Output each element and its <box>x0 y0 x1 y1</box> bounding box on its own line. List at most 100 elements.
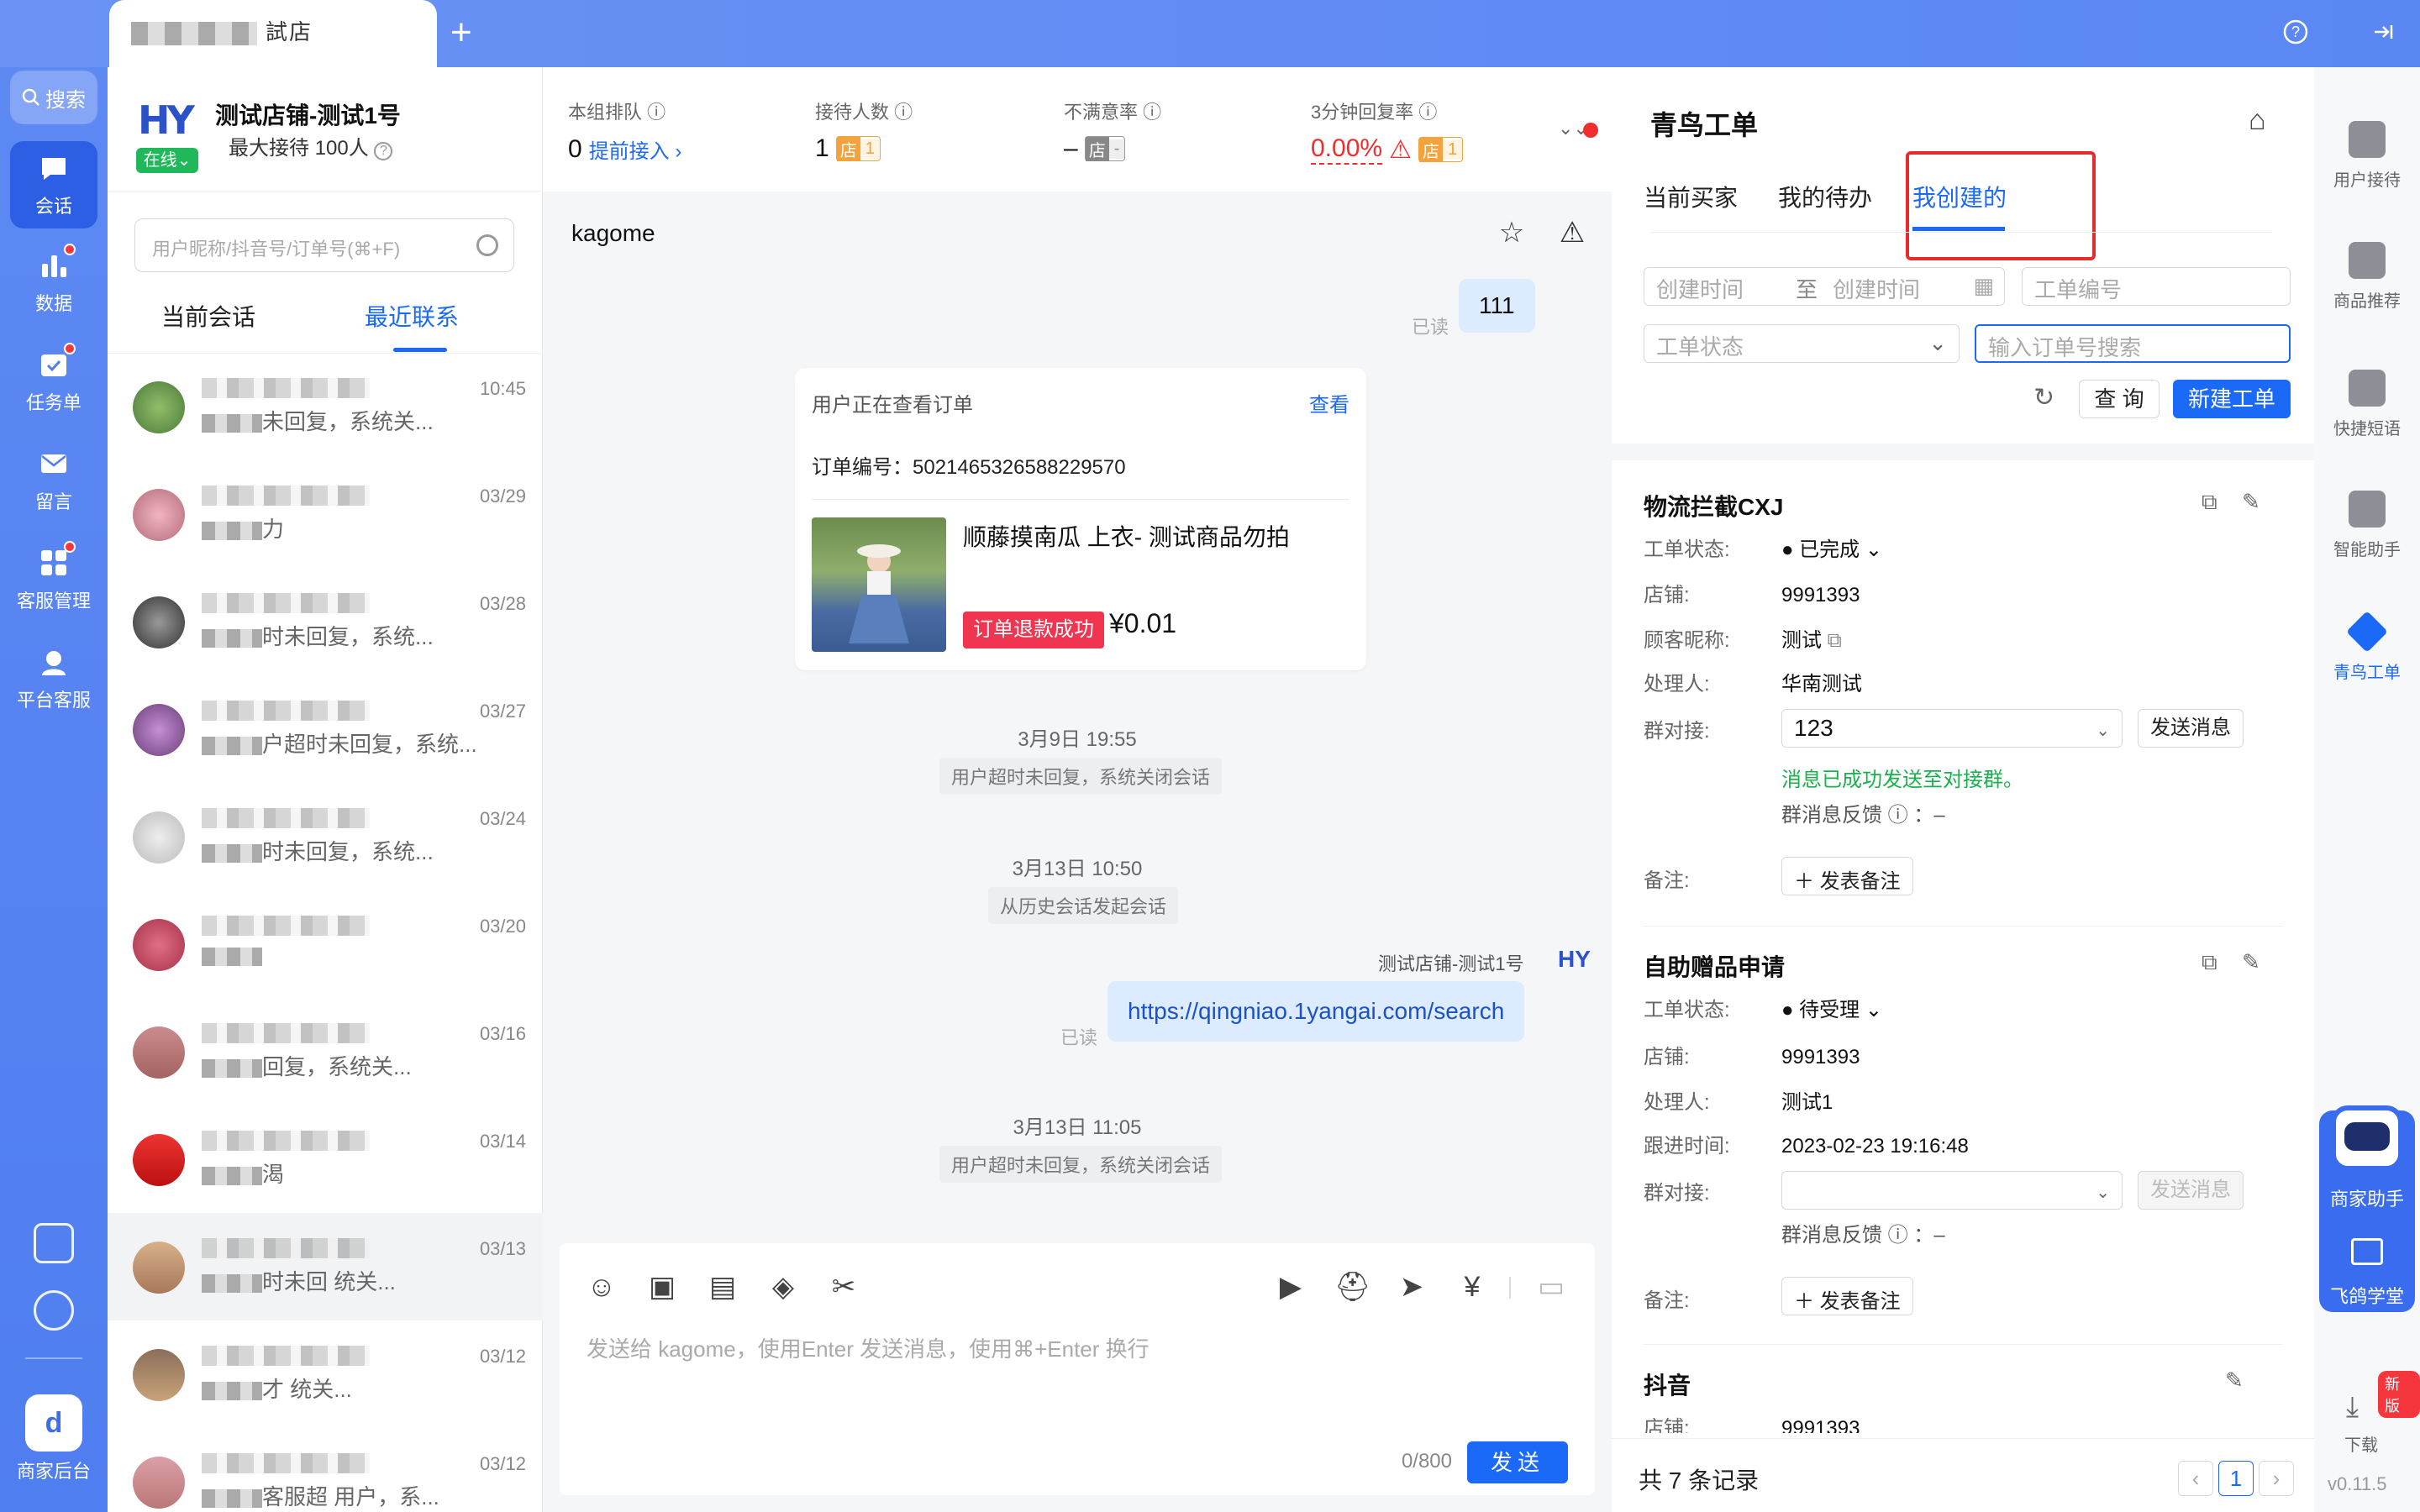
settings-icon[interactable] <box>34 1290 74 1331</box>
help-icon[interactable]: ? <box>374 142 393 160</box>
stat-served: 接待人数 ⓘ 1店1 <box>815 102 913 162</box>
avatar <box>133 811 185 864</box>
nav-item-cs-manage[interactable]: 客服管理 <box>10 536 97 623</box>
contacts-panel: HY 在线⌄ 测试店铺-测试1号 最大接待 100人 ? 用户昵称/抖音号/订单… <box>108 67 543 1512</box>
contact-item[interactable]: 渴 03/14 <box>108 1105 543 1213</box>
copy-icon[interactable]: ⧉ <box>1828 629 1842 652</box>
collapse-icon[interactable] <box>2370 18 2396 45</box>
nav-item-platform-cs[interactable]: 平台客服 <box>10 635 97 722</box>
system-time: 3月9日 19:55 <box>1018 728 1137 751</box>
tool-quick-phrases[interactable]: 快捷短语 <box>2314 370 2420 439</box>
nav-item-data[interactable]: 数据 <box>10 239 97 326</box>
group-select[interactable]: ⌄ <box>1781 1171 2123 1210</box>
send-message-button-disabled[interactable]: 发送消息 <box>2138 1171 2244 1210</box>
download-label[interactable]: 下载 <box>2344 1431 2378 1456</box>
chat-area: 本组排队 ⓘ 0 提前接入 › 接待人数 ⓘ 1店1 不满意率 ⓘ – 店 - 3分钟… <box>543 67 1612 1512</box>
status-select[interactable]: 工单状态 ⌄ <box>1644 324 1960 363</box>
work-order-no-input[interactable]: 工单编号 <box>2022 267 2291 306</box>
highlight-box <box>1906 151 2096 260</box>
order-search-input[interactable]: 输入订单号搜索 <box>1975 324 2291 363</box>
new-work-order-button[interactable]: 新建工单 <box>2173 380 2291 418</box>
emoji-icon[interactable]: ☺ <box>585 1270 618 1304</box>
contact-item[interactable]: 客服超 用户，系... 03/12 <box>108 1428 543 1512</box>
tool-smart-assistant[interactable]: 智能助手 <box>2314 491 2420 560</box>
status-pending[interactable]: ● 待受理 ⌄ <box>1781 999 1882 1021</box>
question-circle-icon[interactable]: ? <box>2282 18 2309 45</box>
early-access-link[interactable]: 提前接入 › <box>589 134 682 164</box>
contact-last-message: 未回复，系统关... <box>202 405 434 436</box>
next-page-button[interactable]: › <box>2259 1461 2294 1496</box>
query-button[interactable]: 查 询 <box>2079 380 2160 418</box>
contact-item[interactable]: 户超时未回复，系统... 03/27 <box>108 675 543 783</box>
contact-item[interactable]: 03/20 <box>108 890 543 998</box>
composer-input[interactable]: 发送给 kagome，使用Enter 发送消息，使用⌘+Enter 换行 <box>587 1332 1150 1363</box>
tab-current-sessions[interactable]: 当前会话 <box>161 299 255 333</box>
add-note-button[interactable]: ＋ 发表备注 <box>1781 857 1913 895</box>
download-icon[interactable]: ⤓ <box>2346 1391 2359 1424</box>
edit-icon[interactable]: ✎ <box>2242 489 2260 515</box>
copy-icon[interactable]: ⧉ <box>2202 949 2217 976</box>
send-plane-icon[interactable]: ➤ <box>1395 1270 1428 1304</box>
message-bubble: 111 <box>1459 279 1535 333</box>
contact-search-input[interactable]: 用户昵称/抖音号/订单号(⌘+F) <box>134 218 514 272</box>
edit-icon[interactable]: ✎ <box>2242 949 2260 975</box>
tool-product-recommend[interactable]: 商品推荐 <box>2314 242 2420 312</box>
tab-current-buyer[interactable]: 当前买家 <box>1644 180 1738 213</box>
copy-icon[interactable]: ⧉ <box>2202 489 2217 516</box>
cube-icon <box>2346 611 2388 653</box>
shop-tab[interactable]: 試店 <box>109 0 437 67</box>
contact-item[interactable]: 时未回复，系统... 03/24 <box>108 783 543 890</box>
star-icon[interactable]: ☆ <box>1494 215 1529 250</box>
layers-icon[interactable]: ◈ <box>766 1270 800 1304</box>
contact-item[interactable]: 力 03/29 <box>108 460 543 568</box>
image-icon[interactable]: ▣ <box>645 1270 679 1304</box>
nav-item-chat[interactable]: 会话 <box>10 141 97 228</box>
tool-user-reception[interactable]: 用户接待 <box>2314 121 2420 191</box>
status-done[interactable]: ● 已完成 ⌄ <box>1781 538 1882 561</box>
media-icon[interactable]: ▶ <box>1274 1270 1307 1304</box>
school-label[interactable]: 飞鸽学堂 <box>2319 1282 2415 1309</box>
tab-recent-contacts[interactable]: 最近联系 <box>365 299 459 333</box>
avatar <box>133 1026 185 1079</box>
nav-search-button[interactable]: 搜索 <box>10 71 97 124</box>
send-message-button[interactable]: 发送消息 <box>2138 709 2244 748</box>
contact-time: 03/14 <box>479 1131 526 1152</box>
edit-icon[interactable]: ✎ <box>2225 1368 2244 1394</box>
add-tab-button[interactable]: + <box>450 12 472 54</box>
nav-item-tasks[interactable]: 任务单 <box>10 338 97 425</box>
warning-icon[interactable]: ⚠ <box>1555 215 1590 250</box>
link-message[interactable]: https://qingniao.1yangai.com/search <box>1107 981 1525 1042</box>
merchant-assistant[interactable]: 商家助手 飞鸽学堂 <box>2319 1105 2415 1312</box>
product-image[interactable] <box>812 517 946 652</box>
send-button[interactable]: 发送 <box>1467 1441 1568 1483</box>
prev-page-button[interactable]: ‹ <box>2178 1461 2213 1496</box>
tool-work-order[interactable]: 青鸟工单 <box>2314 611 2420 683</box>
contact-item[interactable]: 时未回 统关... 03/13 <box>108 1213 543 1320</box>
group-select[interactable]: 123 ⌄ <box>1781 709 2123 748</box>
home-icon[interactable]: ⌂ <box>2249 104 2266 137</box>
page-number[interactable]: 1 <box>2218 1461 2254 1496</box>
add-note-button[interactable]: ＋ 发表备注 <box>1781 1277 1913 1315</box>
online-status[interactable]: 在线⌄ <box>136 148 198 173</box>
robot-icon <box>2331 1105 2403 1171</box>
video-icon[interactable]: ▤ <box>706 1270 739 1304</box>
merchant-backend-label: 商家后台 <box>16 1461 91 1482</box>
checklist-icon[interactable] <box>34 1223 74 1263</box>
merchant-logo-icon[interactable]: d <box>25 1394 82 1452</box>
coupon-icon[interactable]: ¥ <box>1455 1270 1489 1304</box>
contact-item[interactable]: 未回复，系统关... 10:45 <box>108 353 543 460</box>
refresh-icon[interactable]: ↻ <box>2033 383 2054 412</box>
order-view-link[interactable]: 查看 <box>1309 388 1349 417</box>
date-range-input[interactable]: 创建时间 至 创建时间 ▦ <box>1644 267 2005 306</box>
nav-item-messages[interactable]: 留言 <box>10 437 97 524</box>
contact-item[interactable]: 时未回复，系统... 03/28 <box>108 568 543 675</box>
keyboard-icon[interactable]: ▭ <box>1534 1270 1568 1304</box>
contact-last-message: 才 统关... <box>202 1373 352 1404</box>
contact-item[interactable]: 才 统关... 03/12 <box>108 1320 543 1428</box>
service-bell-icon[interactable]: ⛑ <box>1334 1270 1370 1304</box>
tab-my-todo[interactable]: 我的待办 <box>1778 180 1872 213</box>
success-message: 消息已成功发送至对接群。 <box>1781 769 2023 791</box>
contact-item[interactable]: 回复，系统关... 03/16 <box>108 998 543 1105</box>
scissors-icon[interactable]: ✂ <box>827 1270 860 1304</box>
contact-last-message <box>202 942 262 969</box>
